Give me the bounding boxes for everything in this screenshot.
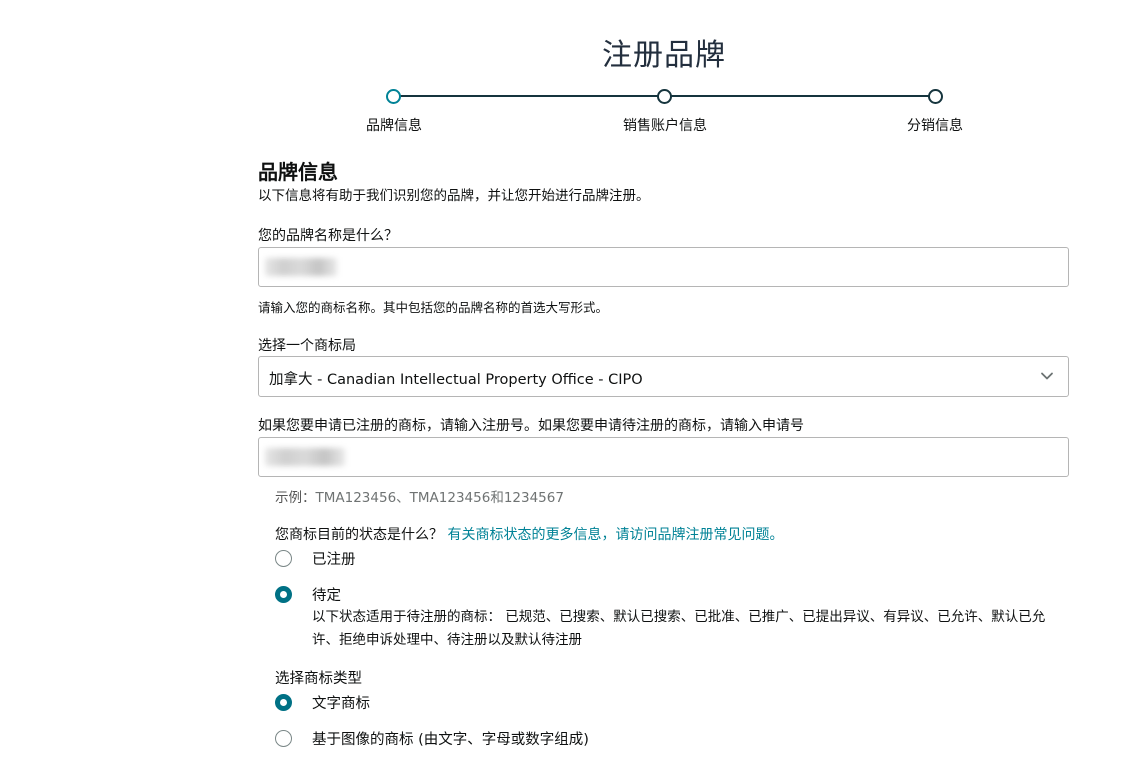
mark-type-image-label: 基于图像的商标 (由文字、字母或数字组成) xyxy=(312,732,589,748)
chevron-down-icon xyxy=(1041,372,1053,380)
status-faq-link[interactable]: 有关商标状态的更多信息，请访问品牌注册常见问题。 xyxy=(447,527,783,543)
brand-name-label: 您的品牌名称是什么？ xyxy=(258,228,398,244)
trademark-office-select[interactable]: 加拿大 - Canadian Intellectual Property Off… xyxy=(258,356,1069,397)
mark-type-option-image[interactable]: 基于图像的商标 (由文字、字母或数字组成) xyxy=(275,730,589,748)
status-option-registered[interactable]: 已注册 xyxy=(275,550,356,568)
pending-status-description: 以下状态适用于待注册的商标： 已规范、已搜索、默认已搜索、已批准、已推广、已提出… xyxy=(312,609,1046,648)
redacted-value xyxy=(265,258,337,276)
radio-word-mark[interactable] xyxy=(275,694,292,711)
trademark-office-selected-value: 加拿大 - Canadian Intellectual Property Off… xyxy=(269,372,643,388)
step-dot-distribution xyxy=(928,89,943,104)
status-option-pending-label: 待定 xyxy=(312,588,341,604)
brand-registration-page: 注册品牌 品牌信息 销售账户信息 分销信息 品牌信息 以下信息将有助于我们识别您… xyxy=(0,0,1142,775)
page-title: 注册品牌 xyxy=(602,38,726,73)
step-label-distribution: 分销信息 xyxy=(907,118,963,134)
mark-type-label: 选择商标类型 xyxy=(275,671,362,687)
example-prefix: 示例： xyxy=(275,490,316,506)
section-description: 以下信息将有助于我们识别您的品牌，并让您开始进行品牌注册。 xyxy=(258,188,650,204)
registration-number-label: 如果您要申请已注册的商标，请输入注册号。如果您要申请待注册的商标，请输入申请号 xyxy=(258,418,804,434)
mark-type-option-word[interactable]: 文字商标 xyxy=(275,694,370,712)
redacted-value xyxy=(265,448,345,466)
step-dot-brand-info xyxy=(386,89,401,104)
radio-registered[interactable] xyxy=(275,550,292,567)
brand-name-input[interactable] xyxy=(258,247,1069,287)
step-dot-seller-account xyxy=(657,89,672,104)
registration-number-input[interactable] xyxy=(258,437,1069,477)
status-question-text: 您商标目前的状态是什么？ xyxy=(275,527,443,543)
trademark-status-question: 您商标目前的状态是什么？ 有关商标状态的更多信息，请访问品牌注册常见问题。 xyxy=(275,524,783,544)
trademark-office-label: 选择一个商标局 xyxy=(258,338,356,354)
example-value: TMA123456、TMA123456和1234567 xyxy=(315,490,564,506)
status-option-registered-label: 已注册 xyxy=(312,552,356,568)
registration-number-example: 示例：TMA123456、TMA123456和1234567 xyxy=(275,486,564,506)
step-label-seller-account: 销售账户信息 xyxy=(623,118,707,134)
radio-pending[interactable] xyxy=(275,586,292,603)
radio-image-mark[interactable] xyxy=(275,730,292,747)
mark-type-word-label: 文字商标 xyxy=(312,696,370,712)
step-label-brand-info: 品牌信息 xyxy=(366,118,422,134)
section-title: 品牌信息 xyxy=(258,160,338,184)
brand-name-hint: 请输入您的商标名称。其中包括您的品牌名称的首选大写形式。 xyxy=(258,300,609,315)
status-option-pending[interactable]: 待定 xyxy=(275,586,341,604)
